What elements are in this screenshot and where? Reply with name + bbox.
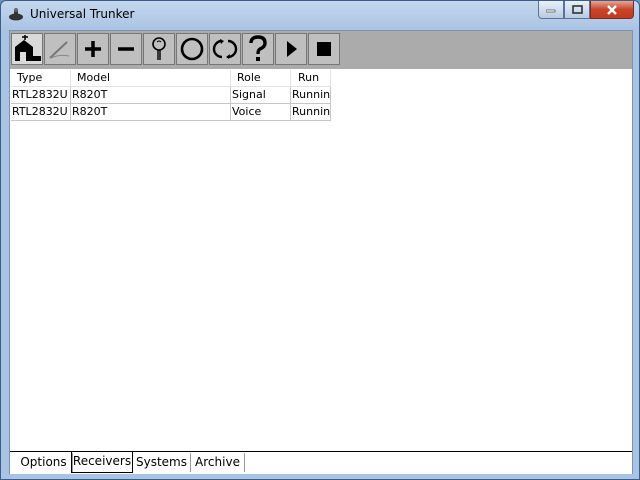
minimize-icon [546, 9, 556, 12]
minimize-button[interactable] [538, 1, 564, 19]
circle-button[interactable] [176, 33, 208, 65]
maximize-button[interactable] [564, 1, 590, 19]
edit-button[interactable] [44, 33, 76, 65]
title-bar[interactable]: Universal Trunker [1, 1, 639, 29]
cell-model[interactable]: R820T [71, 104, 231, 121]
app-window: Universal Trunker Type Model Role Run RT… [0, 0, 640, 480]
tab-receivers[interactable]: Receivers [71, 452, 133, 473]
cell-type[interactable]: RTL2832U [11, 87, 71, 104]
refresh-button[interactable] [209, 33, 241, 65]
probe-button[interactable] [143, 33, 175, 65]
question-icon [249, 35, 267, 61]
plus-icon [85, 41, 101, 57]
toolbar [10, 31, 632, 70]
client-area: Type Model Role Run RTL2832U R820T Signa… [9, 30, 633, 474]
minus-icon [118, 47, 134, 51]
cell-run[interactable]: Running [291, 87, 331, 104]
cell-model[interactable]: R820T [71, 87, 231, 104]
help-button[interactable] [242, 33, 274, 65]
app-icon [9, 8, 23, 21]
maximize-icon [571, 5, 583, 14]
column-header-type[interactable]: Type [11, 70, 71, 87]
pen-icon [49, 41, 70, 59]
tab-strip: Options Receivers Systems Archive [10, 451, 632, 474]
stop-icon [317, 42, 331, 56]
table-row[interactable]: RTL2832U R820T Signal Running [11, 87, 331, 104]
column-header-run[interactable]: Run [291, 70, 331, 87]
tab-options[interactable]: Options [15, 453, 73, 472]
refresh-icon [212, 39, 238, 59]
home-antenna-icon [15, 35, 41, 61]
tab-archive[interactable]: Archive [191, 453, 245, 472]
probe-icon [152, 37, 166, 60]
add-button[interactable] [77, 33, 109, 65]
remove-button[interactable] [110, 33, 142, 65]
cell-run[interactable]: Running [291, 104, 331, 121]
column-header-role[interactable]: Role [231, 70, 291, 87]
stop-button[interactable] [308, 33, 340, 65]
table-header: Type Model Role Run [11, 70, 331, 87]
table-row[interactable]: RTL2832U R820T Voice Running [11, 104, 331, 121]
close-icon [607, 4, 617, 15]
close-button[interactable] [590, 1, 634, 19]
receivers-table: Type Model Role Run RTL2832U R820T Signa… [11, 70, 331, 121]
play-icon [287, 41, 297, 57]
cell-role[interactable]: Signal [231, 87, 291, 104]
cell-type[interactable]: RTL2832U [11, 104, 71, 121]
cell-role[interactable]: Voice [231, 104, 291, 121]
circle-icon [180, 37, 204, 61]
column-header-model[interactable]: Model [71, 70, 231, 87]
tab-systems[interactable]: Systems [133, 453, 191, 472]
home-scanner-button[interactable] [11, 33, 43, 65]
start-button[interactable] [275, 33, 307, 65]
window-title: Universal Trunker [30, 7, 135, 21]
